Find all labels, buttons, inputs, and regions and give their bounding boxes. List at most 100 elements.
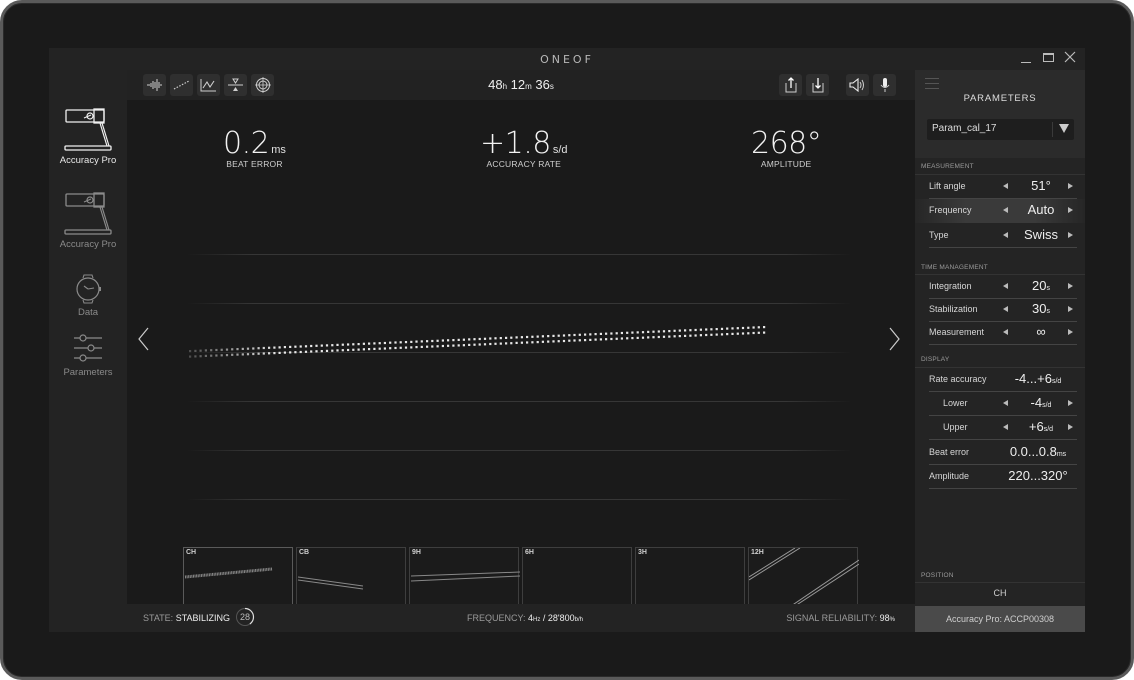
- state-status: STATE: STABILIZING: [143, 613, 230, 623]
- export-button[interactable]: [779, 74, 802, 96]
- param-label: Lower: [943, 398, 968, 408]
- trace-dot: [252, 347, 255, 350]
- thumbnail-ch[interactable]: CH: [183, 547, 293, 605]
- trace-dot: [336, 343, 339, 346]
- trace-dot: [336, 349, 339, 352]
- thumbnail-trace: [184, 567, 273, 579]
- microphone-icon: [880, 78, 889, 92]
- trace-dot: [452, 344, 455, 347]
- close-button[interactable]: [1063, 51, 1077, 65]
- trace-dot: [383, 341, 386, 345]
- trace-dot: [189, 355, 192, 358]
- trace-dot: [426, 340, 429, 343]
- sidebar: Accuracy Pro Accuracy Pro Data Parameter…: [49, 70, 127, 632]
- trace-dot: [236, 353, 239, 356]
- increase-arrow-icon[interactable]: [1068, 283, 1073, 289]
- trace-plot: [189, 326, 766, 358]
- reliability-value: 98: [879, 613, 890, 623]
- trace-dot: [299, 345, 302, 348]
- sidebar-item-data[interactable]: Data: [49, 274, 127, 318]
- increase-arrow-icon[interactable]: [1068, 400, 1073, 406]
- thumbnail-label: 9H: [412, 549, 421, 556]
- trace-dot: [399, 341, 402, 344]
- thumbnail-9h[interactable]: 9H: [409, 547, 520, 605]
- param-rate-accuracy: Rate accuracy -4...+6s/d: [915, 368, 1085, 392]
- decrease-arrow-icon[interactable]: [1003, 207, 1008, 213]
- sound-button[interactable]: [846, 74, 869, 96]
- thumbnail-cb[interactable]: CB: [296, 547, 406, 605]
- previous-button[interactable]: [137, 327, 149, 356]
- decrease-arrow-icon[interactable]: [1003, 329, 1008, 335]
- trace-dot: [241, 353, 244, 356]
- microphone-button[interactable]: [873, 74, 896, 96]
- sidebar-item-accuracy-pro-2[interactable]: Accuracy Pro: [49, 192, 127, 250]
- increase-arrow-icon[interactable]: [1068, 183, 1073, 189]
- trace-dot: [457, 338, 460, 341]
- sidebar-item-accuracy-pro-1[interactable]: Accuracy Pro: [49, 108, 127, 166]
- maximize-button[interactable]: [1041, 51, 1055, 65]
- param-value: 30: [1032, 301, 1047, 316]
- timer-hours-unit: h: [502, 82, 508, 91]
- increase-arrow-icon[interactable]: [1068, 424, 1073, 430]
- trace-dot: [510, 342, 513, 345]
- sidebar-item-label: Parameters: [63, 367, 113, 378]
- trace-dot: [394, 346, 397, 350]
- decrease-arrow-icon[interactable]: [1003, 306, 1008, 312]
- trace-dot: [531, 335, 534, 338]
- thumbnail-3h[interactable]: 3H: [635, 547, 745, 605]
- trace-dot: [362, 342, 365, 345]
- trace-dot: [747, 332, 750, 335]
- trace-dot: [652, 330, 655, 333]
- decrease-arrow-icon[interactable]: [1003, 183, 1008, 189]
- decrease-arrow-icon[interactable]: [1003, 424, 1008, 430]
- trace-dot: [473, 338, 476, 341]
- trace-dot: [378, 347, 381, 350]
- trace-dot: [436, 345, 439, 348]
- thumbnail-6h[interactable]: 6H: [522, 547, 632, 605]
- trace-dot: [215, 354, 218, 357]
- trace-dot: [668, 335, 671, 338]
- sidebar-item-parameters[interactable]: Parameters: [49, 334, 127, 378]
- next-button[interactable]: [889, 327, 901, 356]
- trace-dot: [736, 332, 739, 335]
- trace-dot: [331, 349, 334, 352]
- trace-dot: [647, 336, 650, 339]
- param-label: Integration: [929, 281, 972, 291]
- thumbnail-label: 3H: [638, 549, 647, 556]
- frequency-bph-unit: b/h: [574, 617, 583, 623]
- trace-dot: [468, 338, 471, 341]
- decrease-arrow-icon[interactable]: [1003, 232, 1008, 238]
- minimize-button[interactable]: [1019, 51, 1033, 65]
- position-value[interactable]: CH: [915, 582, 1085, 606]
- increase-arrow-icon[interactable]: [1068, 207, 1073, 213]
- timer-seconds-unit: s: [549, 82, 554, 91]
- param-unit: ms: [1056, 451, 1067, 458]
- import-button[interactable]: [806, 74, 829, 96]
- thumbnail-12h[interactable]: 12H: [748, 547, 859, 606]
- trace-dot: [210, 354, 213, 357]
- trace-dot: [420, 345, 423, 348]
- increase-arrow-icon[interactable]: [1068, 329, 1073, 335]
- trace-dot: [362, 348, 365, 351]
- decrease-arrow-icon[interactable]: [1003, 400, 1008, 406]
- increase-arrow-icon[interactable]: [1068, 232, 1073, 238]
- trace-dot: [652, 336, 655, 339]
- trace-dot: [657, 330, 660, 333]
- parameters-panel: PARAMETERS Param_cal_17 MEASUREMENT Lift…: [915, 70, 1085, 632]
- trace-dot: [510, 336, 513, 339]
- increase-arrow-icon[interactable]: [1068, 306, 1073, 312]
- trace-dot: [689, 334, 692, 337]
- timegrapher-device-icon: [64, 192, 112, 235]
- trace-dot: [678, 335, 681, 338]
- app-title: ONEOF: [540, 53, 594, 66]
- trace-dot: [373, 342, 376, 345]
- param-label: Beat error: [929, 447, 970, 457]
- preset-select[interactable]: Param_cal_17: [927, 119, 1074, 140]
- trace-dot: [499, 337, 502, 340]
- signal-reliability-status: SIGNAL RELIABILITY: 98%: [786, 613, 895, 623]
- param-unit: s: [1046, 285, 1050, 292]
- menu-button[interactable]: [925, 78, 939, 93]
- trace-dot: [731, 332, 734, 335]
- decrease-arrow-icon[interactable]: [1003, 283, 1008, 289]
- trace-dot: [757, 326, 760, 329]
